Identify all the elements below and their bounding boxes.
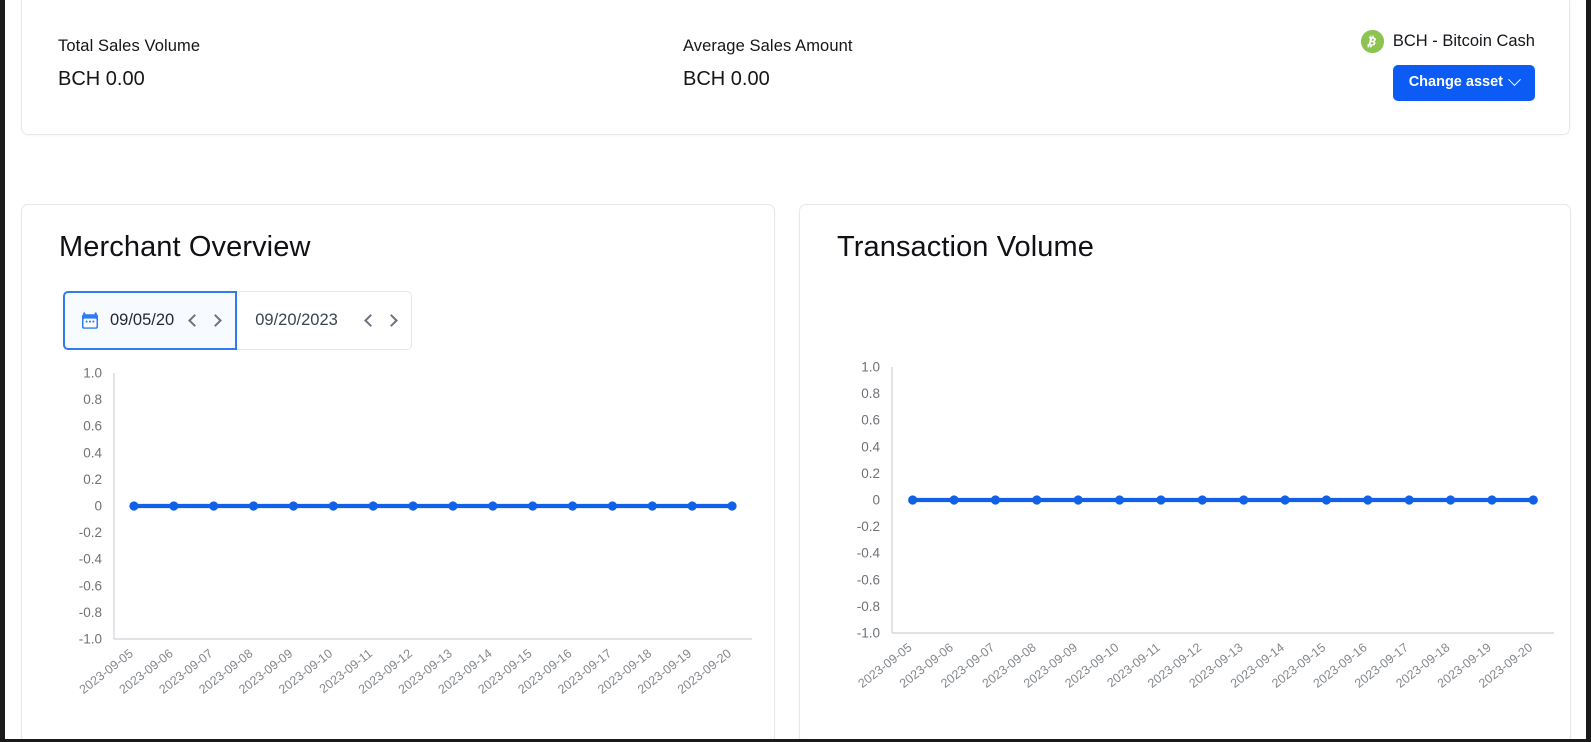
chart-data-point	[329, 501, 338, 510]
y-axis-tick-label: 0.2	[861, 466, 880, 481]
chart-data-point	[991, 495, 1000, 504]
chart-data-point	[1487, 495, 1496, 504]
change-asset-button-label: Change asset	[1409, 75, 1503, 90]
chevron-right-icon[interactable]	[385, 314, 398, 327]
chart-data-point	[1198, 495, 1207, 504]
y-axis-tick-label: 1.0	[861, 360, 880, 375]
start-date-value: 09/05/20	[110, 311, 174, 330]
total-sales-volume-label: Total Sales Volume	[58, 37, 200, 56]
y-axis-tick-label: 0	[94, 499, 102, 514]
chevron-down-icon	[1508, 73, 1521, 86]
chart-data-point	[169, 501, 178, 510]
calendar-icon	[80, 311, 100, 331]
average-sales-amount-value: BCH 0.00	[683, 68, 853, 91]
chart-data-point	[209, 501, 218, 510]
start-date-stepper	[190, 316, 220, 325]
chart-data-point	[1446, 495, 1455, 504]
end-date-stepper	[366, 316, 396, 325]
y-axis-tick-label: -1.0	[79, 632, 102, 647]
chevron-left-icon[interactable]	[364, 314, 377, 327]
chart-data-point	[528, 501, 537, 510]
chart-data-point	[249, 501, 258, 510]
y-axis-tick-label: 1.0	[83, 366, 102, 381]
merchant-overview-card: Merchant Overview 09/05/20	[21, 204, 775, 742]
bitcoin-cash-icon	[1361, 30, 1384, 53]
chart-data-point	[1280, 495, 1289, 504]
chart-data-point	[648, 501, 657, 510]
y-axis-tick-label: 0.6	[861, 413, 880, 428]
page-root: Total Sales Volume BCH 0.00 Average Sale…	[0, 0, 1591, 742]
y-axis-tick-label: -0.8	[79, 605, 102, 620]
y-axis-tick-label: 0.8	[861, 386, 880, 401]
merchant-overview-plot: 1.00.80.60.40.20-0.2-0.4-0.6-0.8-1.02023…	[46, 351, 764, 731]
date-range-picker: 09/05/20 09/20/2023	[63, 291, 412, 350]
chart-data-point	[1074, 495, 1083, 504]
y-axis-tick-label: -0.2	[79, 525, 102, 540]
merchant-overview-title: Merchant Overview	[59, 231, 311, 264]
asset-name-label: BCH - Bitcoin Cash	[1393, 32, 1535, 51]
end-date-field[interactable]: 09/20/2023	[237, 291, 412, 350]
transaction-volume-card: Transaction Volume 1.0 0.8 0.6 0.4 0.2 0 -0.2 -…	[799, 204, 1571, 742]
chart-data-point	[1363, 495, 1372, 504]
y-axis-tick-label: -0.4	[79, 552, 103, 567]
y-axis-tick-label: 0.4	[861, 439, 880, 454]
chart-data-point	[688, 501, 697, 510]
chart-data-point	[1405, 495, 1414, 504]
chart-data-point	[949, 495, 958, 504]
chart-data-point	[289, 501, 298, 510]
chart-data-point	[1529, 495, 1538, 504]
change-asset-button[interactable]: Change asset	[1393, 65, 1535, 101]
transaction-volume-plot: 1.00.80.60.40.20-0.2-0.4-0.6-0.8-1.02023…	[824, 345, 1564, 725]
chart-data-point	[1239, 495, 1248, 504]
y-axis-tick-label: -0.4	[857, 546, 881, 561]
chart-data-point	[568, 501, 577, 510]
chart-data-point	[369, 501, 378, 510]
transaction-volume-title: Transaction Volume	[837, 231, 1094, 264]
y-axis-tick-label: 0.4	[83, 445, 102, 460]
y-axis-tick-label: 0	[872, 493, 880, 508]
total-sales-volume-stat: Total Sales Volume BCH 0.00	[58, 37, 200, 91]
average-sales-amount-label: Average Sales Amount	[683, 37, 853, 56]
page-content: Total Sales Volume BCH 0.00 Average Sale…	[5, 0, 1586, 739]
average-sales-amount-stat: Average Sales Amount BCH 0.00	[683, 37, 853, 91]
chart-data-point	[1032, 495, 1041, 504]
chevron-left-icon[interactable]	[188, 314, 201, 327]
chevron-right-icon[interactable]	[209, 314, 222, 327]
chart-data-point	[727, 501, 736, 510]
chart-data-point	[448, 501, 457, 510]
chart-data-point	[1322, 495, 1331, 504]
y-axis-tick-label: 0.6	[83, 419, 102, 434]
y-axis-tick-label: 0.2	[83, 472, 102, 487]
start-date-field[interactable]: 09/05/20	[63, 291, 237, 350]
summary-card: Total Sales Volume BCH 0.00 Average Sale…	[21, 0, 1570, 135]
y-axis-tick-label: -0.2	[857, 519, 880, 534]
asset-display-row: BCH - Bitcoin Cash	[1361, 30, 1535, 53]
chart-data-point	[408, 501, 417, 510]
chart-data-point	[608, 501, 617, 510]
y-axis-tick-label: 0.8	[83, 392, 102, 407]
end-date-value: 09/20/2023	[255, 311, 338, 330]
asset-selector: BCH - Bitcoin Cash Change asset	[1361, 30, 1535, 101]
y-axis-tick-label: -0.6	[857, 572, 880, 587]
y-axis-tick-label: -0.6	[79, 578, 102, 593]
y-axis-tick-label: -0.8	[857, 599, 880, 614]
chart-data-point	[488, 501, 497, 510]
chart-data-point	[129, 501, 138, 510]
chart-data-point	[1115, 495, 1124, 504]
total-sales-volume-value: BCH 0.00	[58, 68, 200, 91]
chart-data-point	[908, 495, 917, 504]
chart-data-point	[1156, 495, 1165, 504]
y-axis-tick-label: -1.0	[857, 626, 880, 641]
